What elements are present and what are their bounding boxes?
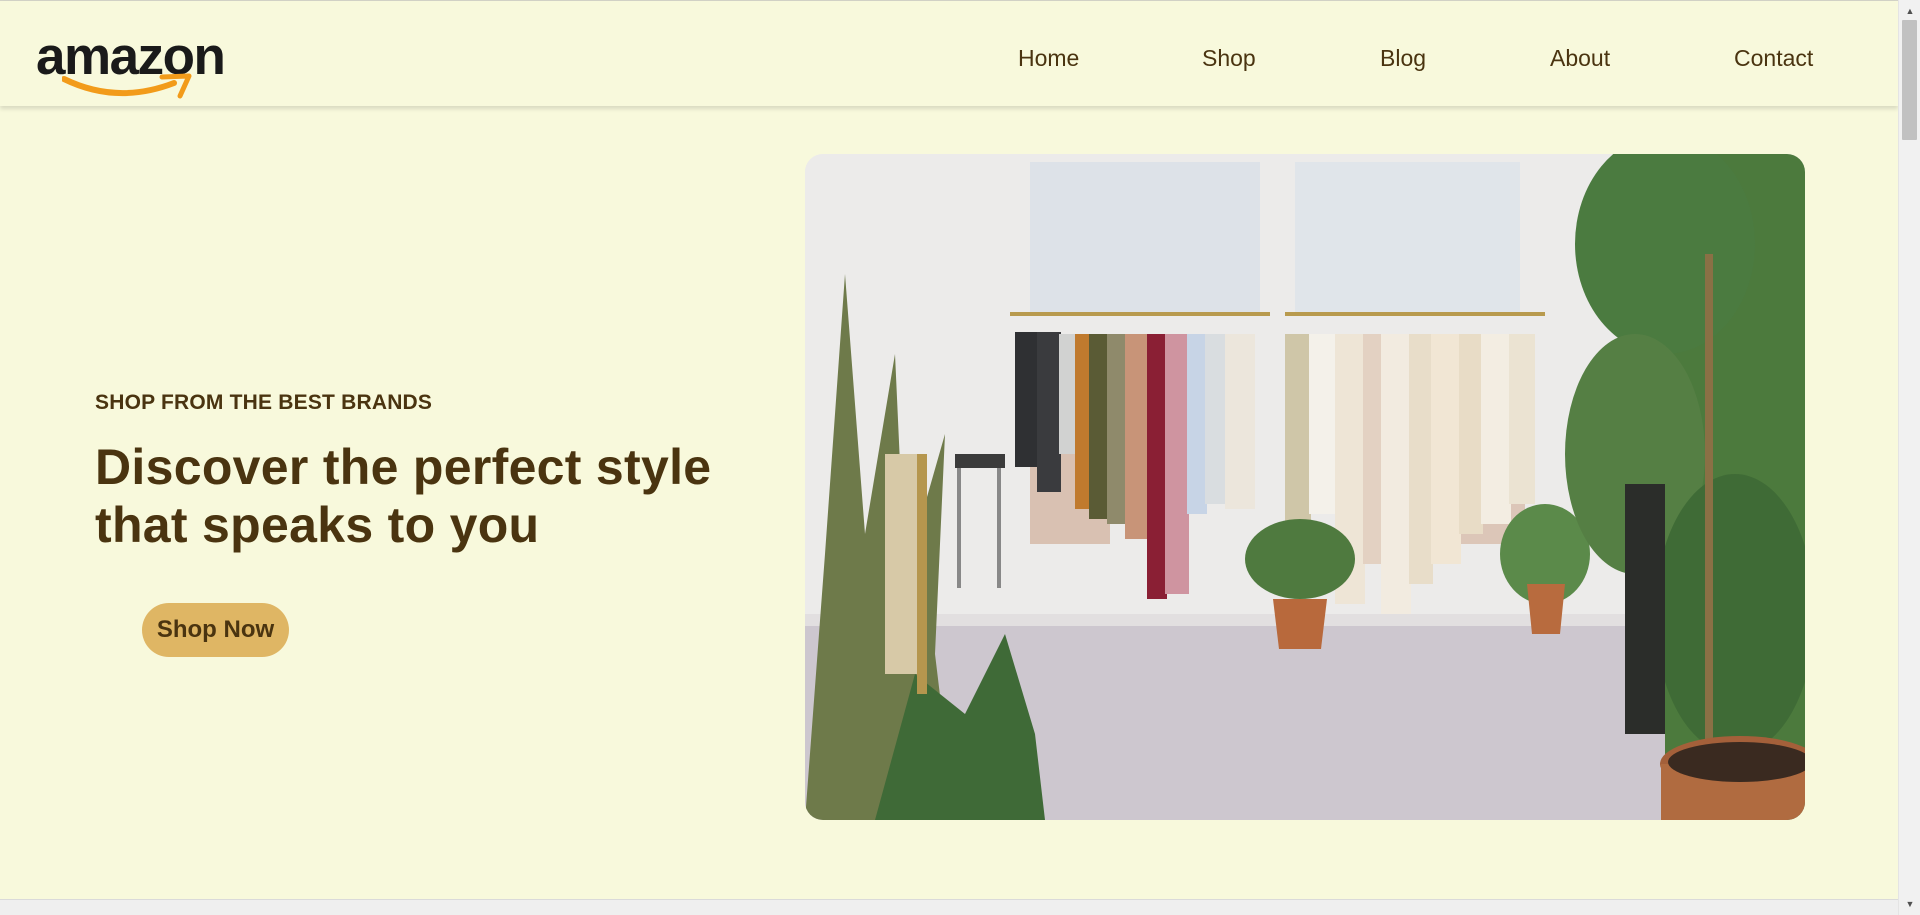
hero-title-line-1: Discover the perfect style: [95, 439, 712, 495]
hero-image: [805, 154, 1805, 820]
clothing-store-photo-icon: [805, 154, 1805, 820]
nav-link-shop[interactable]: Shop: [1202, 44, 1256, 72]
scroll-thumb[interactable]: [1902, 20, 1917, 140]
hero-title: Discover the perfect style that speaks t…: [95, 438, 755, 554]
vertical-scrollbar[interactable]: ▲ ▼: [1898, 0, 1920, 915]
page: amazon Home Shop Blog About Contact SHOP…: [0, 0, 1898, 915]
site-header: amazon Home Shop Blog About Contact: [0, 1, 1898, 106]
scroll-down-icon[interactable]: ▼: [1899, 895, 1920, 913]
main-nav: Home Shop Blog About Contact: [0, 1, 1898, 106]
hero-title-line-2: that speaks to you: [95, 497, 540, 553]
nav-link-about[interactable]: About: [1550, 44, 1610, 72]
nav-link-home[interactable]: Home: [1018, 44, 1079, 72]
nav-link-contact[interactable]: Contact: [1734, 44, 1813, 72]
hero-subheading: SHOP FROM THE BEST BRANDS: [95, 391, 433, 414]
scroll-up-icon[interactable]: ▲: [1899, 2, 1920, 20]
nav-link-blog[interactable]: Blog: [1380, 44, 1426, 72]
horizontal-scroll-track[interactable]: [0, 899, 1898, 915]
shop-now-button[interactable]: Shop Now: [142, 603, 289, 657]
